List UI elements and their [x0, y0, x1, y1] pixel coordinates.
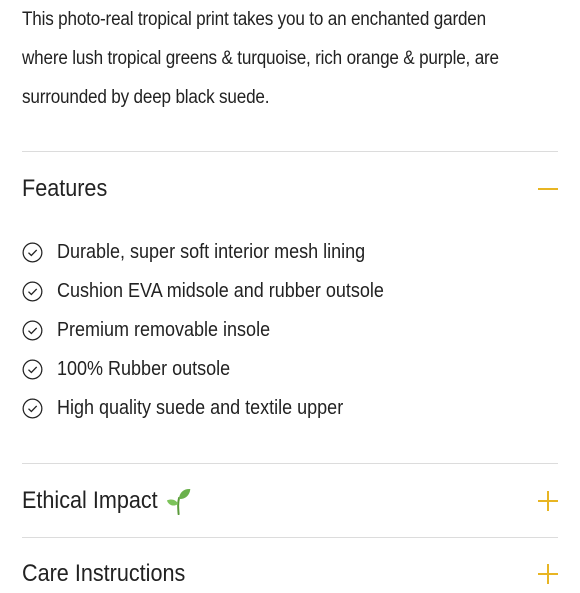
check-circle-icon — [22, 398, 43, 419]
feature-text: Cushion EVA midsole and rubber outsole — [57, 280, 384, 302]
minus-icon[interactable] — [538, 179, 558, 199]
divider — [22, 151, 558, 152]
feature-text: Durable, super soft interior mesh lining — [57, 241, 366, 263]
check-circle-icon — [22, 281, 43, 302]
care-instructions-title: Care Instructions — [22, 560, 186, 587]
check-circle-icon — [22, 242, 43, 263]
ethical-impact-title: Ethical Impact — [22, 487, 158, 514]
list-item: High quality suede and textile upper — [22, 389, 558, 428]
check-circle-icon — [22, 320, 43, 341]
features-title: Features — [22, 175, 108, 202]
product-description: This photo-real tropical print takes you… — [22, 0, 562, 117]
care-instructions-accordion-header[interactable]: Care Instructions — [22, 555, 558, 593]
description-line-1: This photo-real tropical print takes you… — [22, 9, 486, 30]
features-accordion-header[interactable]: Features — [22, 170, 558, 208]
divider — [22, 537, 558, 538]
list-item: Durable, super soft interior mesh lining — [22, 233, 558, 272]
plus-icon[interactable] — [538, 564, 558, 584]
ethical-impact-accordion-header[interactable]: Ethical Impact — [22, 482, 558, 520]
check-circle-icon — [22, 359, 43, 380]
sprout-icon — [166, 488, 191, 515]
feature-text: Premium removable insole — [57, 319, 271, 341]
list-item: Premium removable insole — [22, 311, 558, 350]
description-line-3: surrounded by deep black suede. — [22, 87, 270, 108]
divider — [22, 463, 558, 464]
list-item: 100% Rubber outsole — [22, 350, 558, 389]
ethical-impact-title-wrap: Ethical Impact — [22, 487, 192, 515]
description-line-2: where lush tropical greens & turquoise, … — [22, 48, 499, 69]
feature-text: 100% Rubber outsole — [57, 358, 231, 380]
feature-text: High quality suede and textile upper — [57, 397, 344, 419]
list-item: Cushion EVA midsole and rubber outsole — [22, 272, 558, 311]
features-list: Durable, super soft interior mesh lining… — [22, 233, 558, 428]
plus-icon[interactable] — [538, 491, 558, 511]
